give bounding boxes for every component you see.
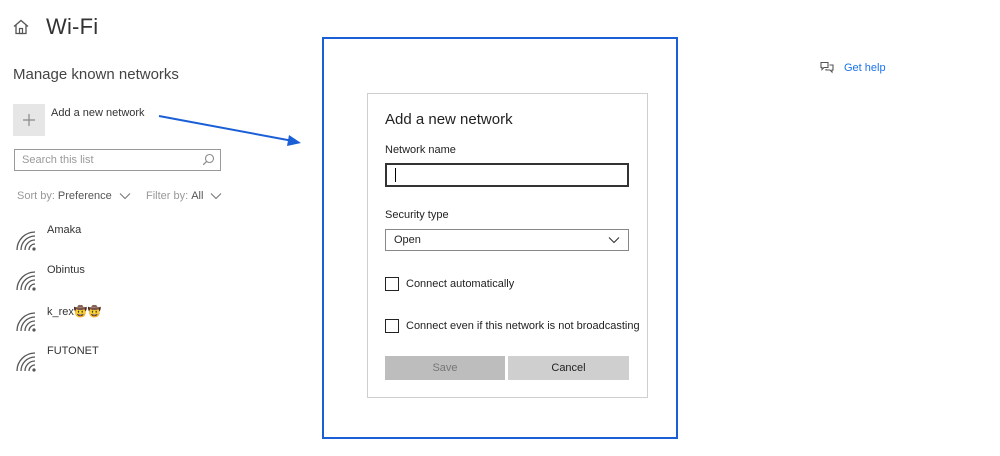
security-type-value: Open — [394, 234, 421, 246]
home-icon[interactable] — [12, 18, 30, 36]
network-item[interactable]: Obintus — [14, 264, 85, 293]
search-box — [14, 149, 221, 171]
connect-automatically-checkbox[interactable] — [385, 277, 399, 291]
connect-broadcast-label: Connect even if this network is not broa… — [406, 320, 640, 332]
security-type-label: Security type — [385, 209, 449, 221]
sort-dropdown[interactable]: Sort by: Preference — [17, 190, 131, 202]
search-input[interactable] — [22, 151, 202, 169]
filter-dropdown[interactable]: Filter by: All — [146, 190, 222, 202]
wifi-icon — [16, 312, 36, 332]
network-item[interactable]: k_rex🤠🤠 — [14, 305, 101, 334]
add-network-button[interactable] — [13, 104, 45, 136]
network-name: Obintus — [47, 264, 85, 276]
filter-label: Filter by: — [146, 190, 189, 202]
network-name: FUTONET — [47, 345, 99, 357]
wifi-icon — [16, 231, 36, 251]
connect-broadcast-checkbox[interactable] — [385, 319, 399, 333]
get-help-link[interactable]: Get help — [820, 61, 886, 74]
chat-help-icon — [820, 61, 834, 74]
section-title: Manage known networks — [13, 66, 179, 83]
sort-label: Sort by: — [17, 190, 55, 202]
network-name-label: Network name — [385, 144, 456, 156]
connect-automatically-label: Connect automatically — [406, 278, 515, 290]
network-item[interactable]: Amaka — [14, 224, 81, 253]
network-name-input[interactable] — [393, 166, 623, 184]
add-network-dialog: Add a new network Network name Security … — [367, 93, 648, 398]
add-network-label[interactable]: Add a new network — [51, 107, 145, 119]
connect-automatically-option[interactable]: Connect automatically — [385, 277, 514, 291]
cancel-button[interactable]: Cancel — [508, 356, 629, 380]
wifi-icon — [16, 352, 36, 372]
wifi-icon — [16, 271, 36, 291]
network-name-field[interactable] — [385, 163, 629, 187]
plus-icon — [23, 114, 35, 126]
connect-broadcast-option[interactable]: Connect even if this network is not broa… — [385, 319, 640, 333]
get-help-label: Get help — [844, 61, 886, 74]
search-icon[interactable] — [202, 153, 215, 166]
chevron-down-icon — [608, 237, 620, 244]
page-title: Wi-Fi — [46, 14, 99, 39]
filter-value: All — [191, 190, 204, 202]
network-name: Amaka — [47, 224, 82, 236]
text-caret — [395, 168, 396, 182]
dialog-title: Add a new network — [385, 111, 513, 128]
chevron-down-icon — [211, 193, 222, 200]
network-name: k_rex🤠🤠 — [47, 306, 102, 318]
network-item[interactable]: FUTONET — [14, 345, 99, 374]
sort-value: Preference — [57, 190, 112, 202]
save-button[interactable]: Save — [385, 356, 505, 380]
chevron-down-icon — [119, 193, 131, 200]
pointer-arrow — [158, 115, 301, 146]
security-type-select[interactable]: Open — [385, 229, 629, 251]
